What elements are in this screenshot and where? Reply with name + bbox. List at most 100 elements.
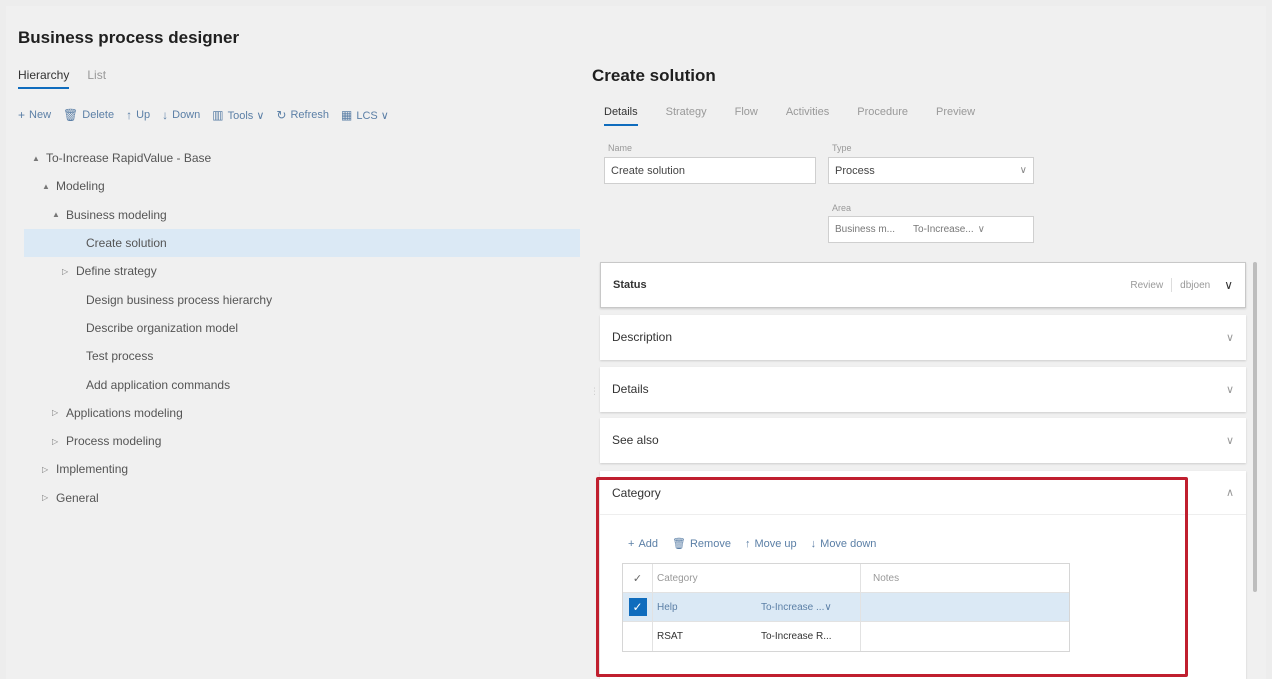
tree-node-label: Describe organization model — [86, 320, 239, 335]
tools-label: Tools ∨ — [227, 109, 265, 122]
delete-button[interactable]: 🗑 Delete — [63, 108, 114, 122]
splitter-handle[interactable]: ⋮ — [590, 386, 599, 397]
move-down-button[interactable]: ↓ Move down — [811, 537, 877, 550]
area-value-2: To-Increase... — [913, 224, 974, 235]
tree-node[interactable]: ▷ Process modeling — [24, 427, 580, 455]
status-section[interactable]: Status Review dbjoen ∨ — [600, 262, 1246, 308]
see-also-label: See also — [612, 433, 659, 447]
remove-label: Remove — [689, 537, 731, 550]
status-label: Status — [613, 279, 647, 291]
notes-cell[interactable] — [861, 622, 1069, 651]
category-cell[interactable]: Help — [653, 593, 757, 621]
tab-activities[interactable]: Activities — [786, 106, 829, 126]
new-button[interactable]: + New — [18, 108, 51, 122]
refresh-button[interactable]: ↻ Refresh — [276, 108, 329, 122]
chevron-down-icon[interactable]: ∨ — [1226, 434, 1234, 447]
down-button[interactable]: ↓ Down — [162, 108, 200, 122]
notes-column-header[interactable]: Notes — [861, 564, 1069, 592]
tab-hierarchy[interactable]: Hierarchy — [18, 68, 70, 89]
area-select[interactable]: Business m... To-Increase... ∨ — [828, 216, 1034, 243]
up-label: Up — [136, 109, 151, 121]
tab-preview[interactable]: Preview — [936, 106, 975, 126]
tab-strategy[interactable]: Strategy — [666, 106, 707, 126]
caret-expanded-icon[interactable]: ▲ — [52, 210, 66, 219]
subcategory-cell[interactable]: To-Increase R... — [757, 622, 861, 651]
chevron-down-icon[interactable]: ∨ — [1226, 383, 1234, 396]
tree-node[interactable]: Describe organization model — [24, 314, 580, 342]
type-select[interactable]: Process ∨ — [828, 157, 1034, 184]
caret-collapsed-icon[interactable]: ▷ — [52, 437, 66, 446]
details-section[interactable]: Details ∨ — [600, 367, 1246, 412]
arrow-down-icon: ↓ — [810, 537, 817, 550]
remove-button[interactable]: 🗑 Remove — [672, 537, 731, 551]
tab-list[interactable]: List — [87, 68, 106, 89]
row-checkbox[interactable] — [623, 622, 653, 651]
subcategory-dropdown[interactable]: To-Increase ...∨ — [757, 593, 861, 621]
caret-expanded-icon[interactable]: ▲ — [32, 154, 46, 163]
chevron-down-icon: ∨ — [1019, 165, 1027, 176]
description-label: Description — [612, 330, 673, 344]
table-row[interactable]: RSAT To-Increase R... — [623, 622, 1069, 651]
move-down-label: Move down — [820, 537, 877, 550]
tree-node[interactable]: ▷ Define strategy — [24, 257, 580, 285]
tree-node[interactable]: Design business process hierarchy — [24, 285, 580, 313]
left-tabs: Hierarchy List — [18, 68, 106, 89]
tab-details[interactable]: Details — [604, 106, 638, 126]
tools-icon: ▥ — [212, 108, 224, 122]
caret-collapsed-icon[interactable]: ▷ — [42, 493, 56, 502]
select-all-checkbox[interactable]: ✓ — [623, 564, 653, 592]
chevron-up-icon[interactable]: ∧ — [1226, 486, 1234, 499]
lcs-button[interactable]: ▦ LCS ∨ — [341, 108, 389, 122]
tree-node[interactable]: Add application commands — [24, 370, 580, 398]
tree-node[interactable]: ▲ To-Increase RapidValue - Base — [24, 144, 580, 172]
arrow-up-icon: ↑ — [126, 108, 133, 122]
page-title: Create solution — [592, 66, 716, 85]
name-field[interactable]: Create solution — [604, 157, 816, 184]
tree-node[interactable]: ▲ Modeling — [24, 172, 580, 200]
tree-node[interactable]: ▷ Applications modeling — [24, 399, 580, 427]
trash-icon: 🗑 — [63, 108, 79, 122]
caret-collapsed-icon[interactable]: ▷ — [62, 267, 76, 276]
arrow-down-icon: ↓ — [162, 108, 169, 122]
add-label: Add — [638, 537, 659, 550]
caret-collapsed-icon[interactable]: ▷ — [52, 408, 66, 417]
tree-node[interactable]: ▷ Implementing — [24, 455, 580, 483]
description-section[interactable]: Description ∨ — [600, 315, 1246, 360]
refresh-icon: ↻ — [276, 108, 287, 122]
category-cell[interactable]: RSAT — [653, 622, 757, 651]
see-also-section[interactable]: See also ∨ — [600, 418, 1246, 463]
new-label: New — [29, 109, 52, 121]
tab-flow[interactable]: Flow — [735, 106, 758, 126]
app-title: Business process designer — [18, 28, 240, 47]
tree-node-label: Add application commands — [86, 377, 231, 392]
lcs-icon: ▦ — [340, 108, 353, 122]
tree-node[interactable]: ▲ Business modeling — [24, 201, 580, 229]
tree-node-label: Design business process hierarchy — [86, 292, 273, 307]
vertical-scrollbar[interactable] — [1253, 262, 1257, 592]
area-value-1: Business m... — [835, 224, 896, 235]
category-column-header[interactable]: Category — [653, 564, 757, 592]
chevron-down-icon[interactable]: ∨ — [1226, 331, 1234, 344]
checkmark-icon: ✓ — [632, 572, 643, 585]
tools-button[interactable]: ▥ Tools ∨ — [212, 108, 264, 122]
tree-node[interactable]: Create solution — [24, 228, 580, 258]
delete-label: Delete — [82, 109, 115, 121]
trash-icon: 🗑 — [672, 538, 686, 550]
status-meta: Review dbjoen ∨ — [1130, 278, 1233, 292]
checkmark-icon: ✓ — [628, 598, 647, 616]
category-header[interactable]: Category ∧ — [600, 471, 1246, 515]
notes-cell[interactable] — [861, 593, 1069, 621]
caret-collapsed-icon[interactable]: ▷ — [42, 465, 56, 474]
add-button[interactable]: + Add — [628, 537, 658, 550]
row-checkbox[interactable]: ✓ — [623, 593, 653, 621]
review-status: Review — [1130, 279, 1164, 291]
up-button[interactable]: ↑ Up — [126, 108, 150, 122]
tree-node[interactable]: Test process — [24, 342, 580, 370]
chevron-down-icon[interactable]: ∨ — [1224, 278, 1233, 292]
move-up-button[interactable]: ↑ Move up — [745, 537, 797, 550]
tab-procedure[interactable]: Procedure — [857, 106, 908, 126]
tree-node[interactable]: ▷ General — [24, 484, 580, 512]
name-label: Name — [608, 143, 633, 153]
caret-expanded-icon[interactable]: ▲ — [42, 182, 56, 191]
table-row[interactable]: ✓ Help To-Increase ...∨ — [623, 593, 1069, 622]
